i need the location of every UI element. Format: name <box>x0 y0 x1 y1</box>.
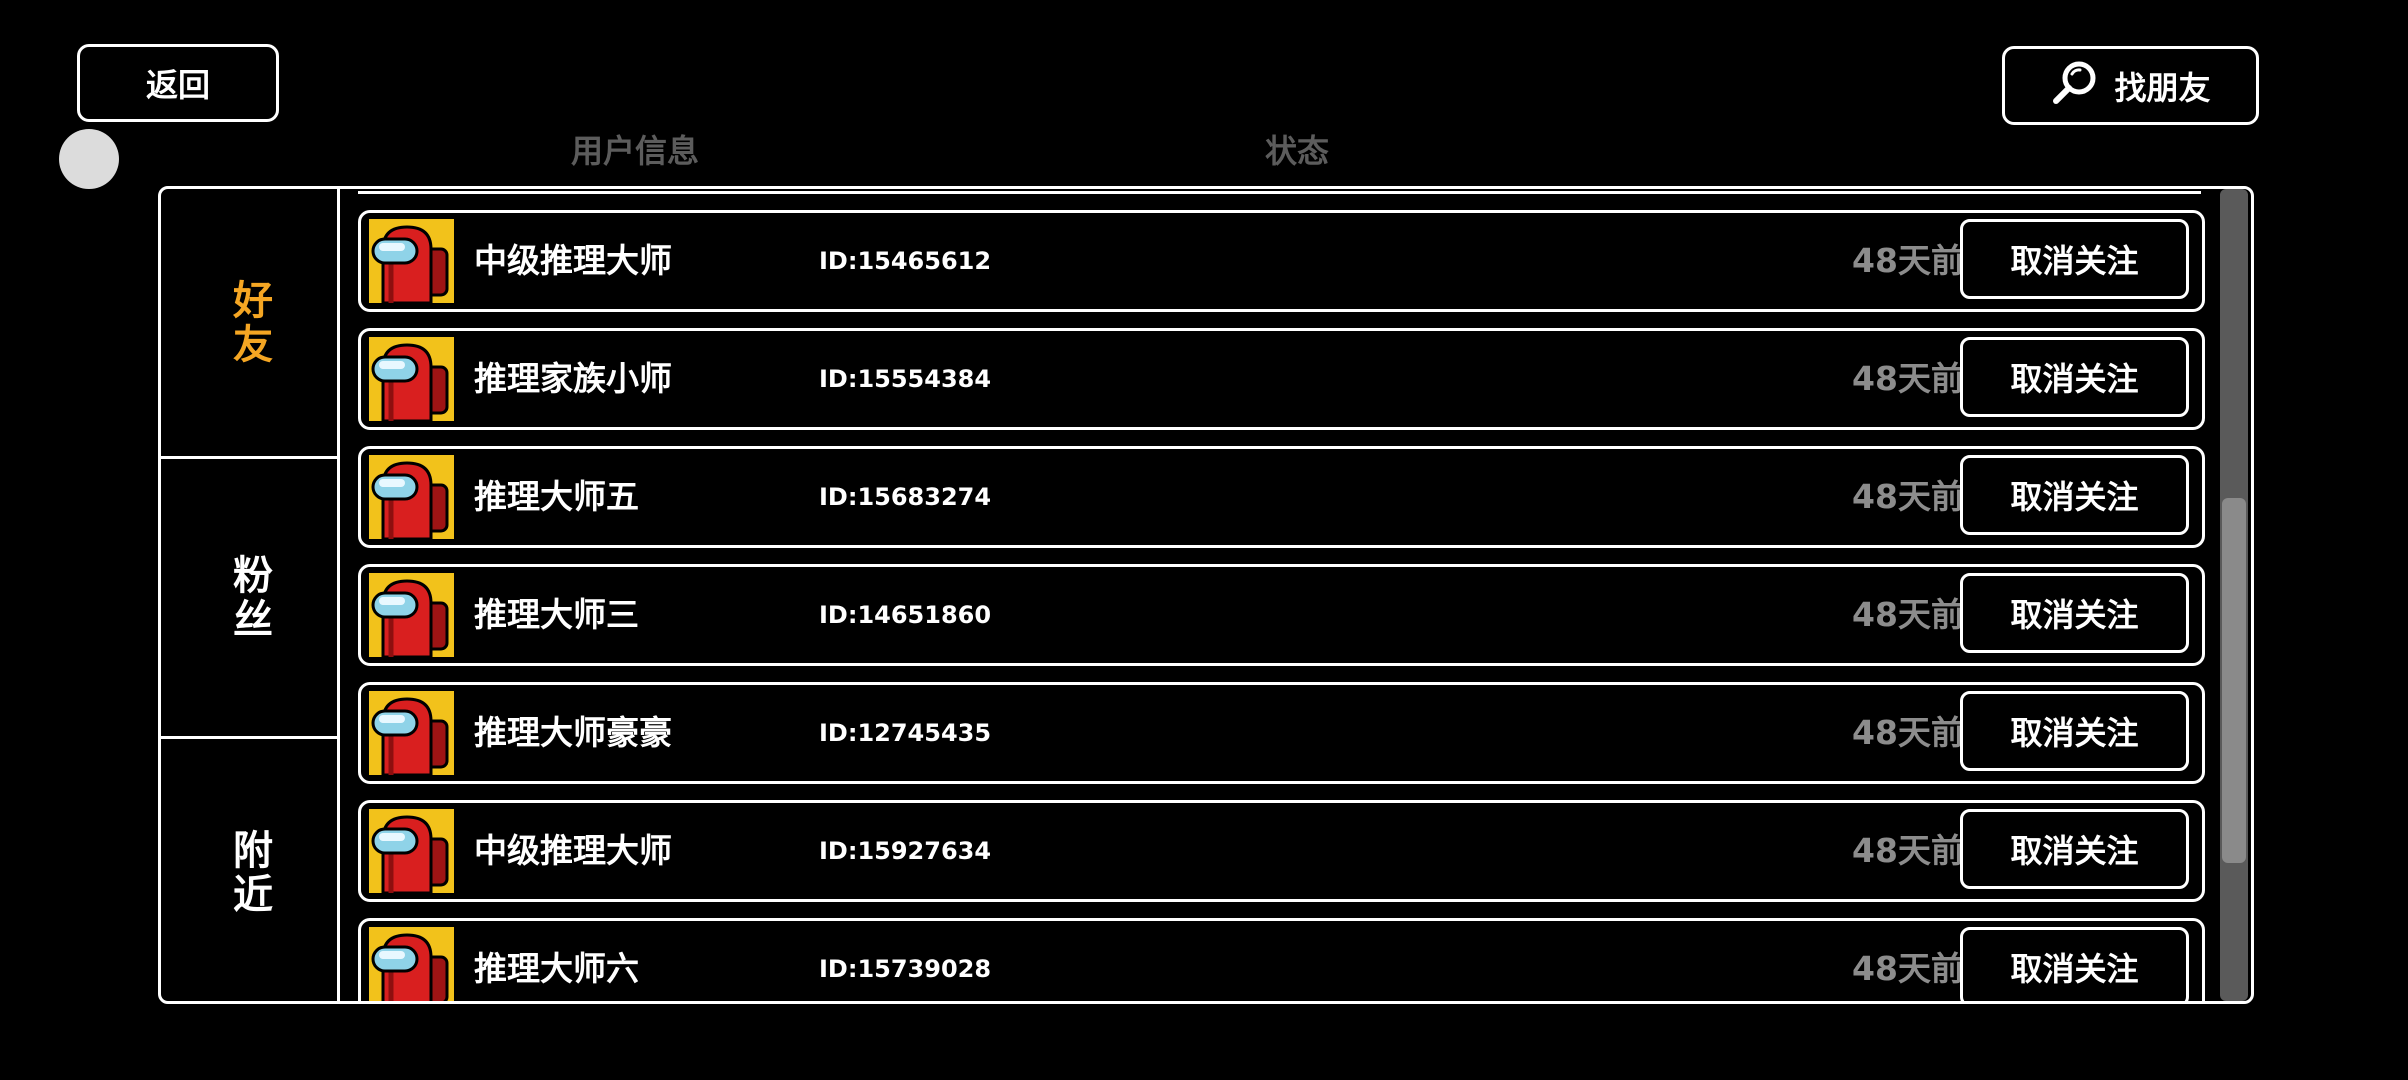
scrollbar-thumb[interactable] <box>2222 498 2246 863</box>
user-name: 中级推理大师 <box>474 831 672 870</box>
tab-fans-label: 粉丝 <box>226 553 272 642</box>
unfollow-button-label: 取消关注 <box>2010 242 2139 280</box>
previous-row-edge <box>358 189 2201 194</box>
unfollow-button-label: 取消关注 <box>2010 832 2139 870</box>
user-name: 推理家族小师 <box>474 359 672 398</box>
friend-row: 中级推理大师 ID:15927634 48天前 取消关注 <box>358 800 2205 902</box>
friends-screen: 返回 找朋友 用户信息 状态 好友 粉丝 附近 中级推理大师 ID:154656… <box>0 0 2408 1080</box>
friend-row: 推理大师五 ID:15683274 48天前 取消关注 <box>358 446 2205 548</box>
user-id: ID:15683274 <box>819 483 992 511</box>
column-header-user-info: 用户信息 <box>571 132 700 170</box>
unfollow-button[interactable]: 取消关注 <box>1960 691 2189 771</box>
user-name: 中级推理大师 <box>474 241 672 280</box>
last-online-status: 48天前 <box>1852 595 1964 634</box>
crewmate-avatar-icon[interactable] <box>369 573 454 657</box>
tab-nearby[interactable]: 附近 <box>161 739 337 1001</box>
unfollow-button-label: 取消关注 <box>2010 714 2139 752</box>
search-icon <box>2050 57 2100 115</box>
crewmate-avatar-icon[interactable] <box>369 219 454 303</box>
user-id: ID:15554384 <box>819 365 992 393</box>
unfollow-button[interactable]: 取消关注 <box>1960 927 2189 1001</box>
user-id: ID:12745435 <box>819 719 992 747</box>
crewmate-avatar-icon[interactable] <box>369 337 454 421</box>
unfollow-button-label: 取消关注 <box>2010 478 2139 516</box>
unfollow-button[interactable]: 取消关注 <box>1960 219 2189 299</box>
user-name: 推理大师五 <box>474 477 639 516</box>
unfollow-button-label: 取消关注 <box>2010 596 2139 634</box>
crewmate-avatar-icon[interactable] <box>369 927 454 1001</box>
friend-row: 推理家族小师 ID:15554384 48天前 取消关注 <box>358 328 2205 430</box>
unfollow-button[interactable]: 取消关注 <box>1960 337 2189 417</box>
scrollbar[interactable] <box>2220 189 2248 1001</box>
tab-friends[interactable]: 好友 <box>161 189 337 459</box>
column-header-status: 状态 <box>1265 132 1330 170</box>
tab-friends-label: 好友 <box>226 278 272 367</box>
unfollow-button[interactable]: 取消关注 <box>1960 809 2189 889</box>
unfollow-button-label: 取消关注 <box>2010 360 2139 398</box>
tab-fans[interactable]: 粉丝 <box>161 459 337 739</box>
crewmate-avatar-icon[interactable] <box>369 455 454 539</box>
unfollow-button-label: 取消关注 <box>2010 950 2139 988</box>
floating-assist-button[interactable] <box>59 129 119 189</box>
find-friends-label: 找朋友 <box>2114 68 2211 107</box>
friends-panel: 好友 粉丝 附近 中级推理大师 ID:15465612 48天前 取消关注 推理… <box>158 186 2254 1004</box>
user-id: ID:15739028 <box>819 955 992 983</box>
unfollow-button[interactable]: 取消关注 <box>1960 455 2189 535</box>
last-online-status: 48天前 <box>1852 831 1964 870</box>
last-online-status: 48天前 <box>1852 241 1964 280</box>
last-online-status: 48天前 <box>1852 477 1964 516</box>
friend-row: 推理大师六 ID:15739028 48天前 取消关注 <box>358 918 2205 1001</box>
user-name: 推理大师三 <box>474 595 639 634</box>
back-button[interactable]: 返回 <box>77 44 279 122</box>
crewmate-avatar-icon[interactable] <box>369 809 454 893</box>
user-name: 推理大师六 <box>474 949 639 988</box>
last-online-status: 48天前 <box>1852 949 1964 988</box>
friend-row: 中级推理大师 ID:15465612 48天前 取消关注 <box>358 210 2205 312</box>
category-tabs: 好友 粉丝 附近 <box>161 189 340 1001</box>
unfollow-button[interactable]: 取消关注 <box>1960 573 2189 653</box>
friend-row: 推理大师三 ID:14651860 48天前 取消关注 <box>358 564 2205 666</box>
crewmate-avatar-icon[interactable] <box>369 691 454 775</box>
user-name: 推理大师豪豪 <box>474 713 672 752</box>
user-id: ID:15465612 <box>819 247 992 275</box>
friend-row: 推理大师豪豪 ID:12745435 48天前 取消关注 <box>358 682 2205 784</box>
tab-nearby-label: 附近 <box>226 829 272 917</box>
last-online-status: 48天前 <box>1852 713 1964 752</box>
user-id: ID:15927634 <box>819 837 992 865</box>
back-button-label: 返回 <box>145 66 210 104</box>
user-id: ID:14651860 <box>819 601 992 629</box>
last-online-status: 48天前 <box>1852 359 1964 398</box>
friend-list[interactable]: 中级推理大师 ID:15465612 48天前 取消关注 推理家族小师 ID:1… <box>340 189 2222 1001</box>
find-friends-button[interactable]: 找朋友 <box>2002 46 2259 125</box>
